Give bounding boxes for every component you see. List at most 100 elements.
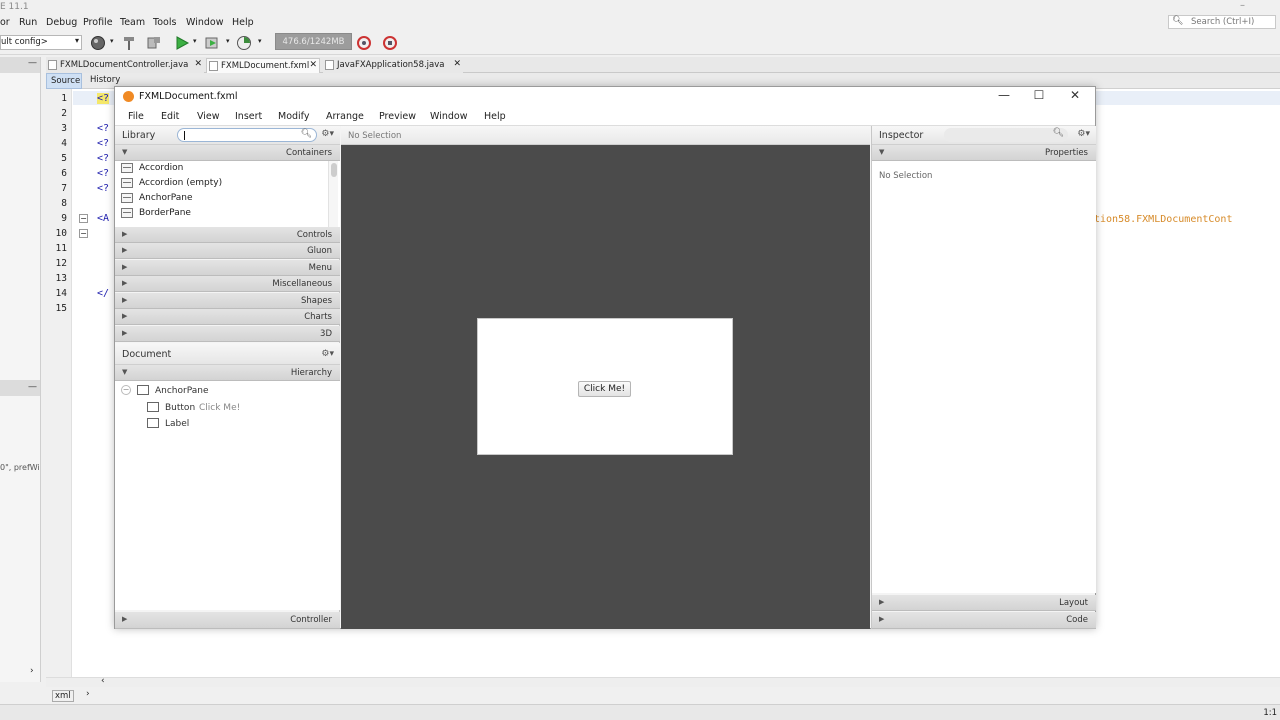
ide-menu-source[interactable]: or (0, 17, 10, 28)
section-properties[interactable]: ▼ Properties (872, 145, 1096, 161)
ide-menu-help[interactable]: Help (232, 17, 254, 28)
globe-icon[interactable] (90, 35, 106, 51)
profile-icon[interactable] (236, 35, 252, 51)
scene-builder-window: FXMLDocument.fxml — ☐ ✕ File Edit View I… (114, 86, 1096, 629)
tab-javafxapplication58[interactable]: JavaFXApplication58.java ✕ (323, 58, 463, 73)
sb-menu-preview[interactable]: Preview (379, 111, 416, 122)
gear-icon[interactable]: ⚙▾ (321, 129, 334, 139)
section-controller[interactable]: ▶ Controller (115, 612, 340, 629)
chevron-left-icon[interactable]: ‹ (101, 676, 105, 686)
list-item-anchorpane[interactable]: AnchorPane (115, 191, 327, 206)
sb-menu-edit[interactable]: Edit (161, 111, 179, 122)
sb-menu-window[interactable]: Window (430, 111, 467, 122)
gc-icon[interactable] (356, 35, 372, 51)
config-combo[interactable]: ult config> ▾ (0, 35, 82, 50)
tree-collapse-toggle[interactable]: − (121, 385, 131, 395)
ide-title-bar: E 11.1 – (0, 0, 1280, 14)
list-item-accordion-empty[interactable]: Accordion (empty) (115, 176, 327, 191)
tree-item-anchorpane[interactable]: AnchorPane (155, 386, 209, 396)
minimize-panel-button[interactable]: — (28, 58, 37, 68)
library-scrollbar[interactable] (328, 161, 338, 229)
accordion-icon (121, 163, 133, 173)
anchor-pane-preview[interactable]: Click Me! (477, 318, 733, 455)
maximize-button[interactable]: ☐ (1029, 88, 1049, 102)
tab-fxmldocument[interactable]: FXMLDocument.fxml ✕ (206, 58, 320, 73)
code-line: </ (97, 288, 110, 299)
inspector-header: Inspector 🔍︎ ⚙▾ (872, 126, 1096, 145)
tree-item-label[interactable]: Label (165, 419, 189, 429)
scroll-thumb[interactable] (331, 163, 337, 177)
fold-toggle[interactable]: − (79, 229, 88, 238)
chevron-right-icon[interactable]: › (30, 666, 34, 676)
list-item-borderpane[interactable]: BorderPane (115, 206, 327, 221)
section-shapes[interactable]: ▶ Shapes (115, 293, 340, 309)
ide-menu-tools[interactable]: Tools (153, 17, 176, 28)
section-containers[interactable]: ▼ Containers (115, 145, 340, 161)
chevron-down-icon[interactable]: ▾ (193, 37, 197, 45)
horizontal-scrollbar[interactable]: ‹ (46, 676, 1280, 687)
sb-menu-view[interactable]: View (197, 111, 220, 122)
run-icon[interactable] (174, 35, 190, 51)
section-3d[interactable]: ▶ 3D (115, 326, 340, 342)
section-hierarchy[interactable]: ▼ Hierarchy (115, 365, 340, 381)
memory-meter[interactable]: 476.6/1242MB (275, 33, 352, 50)
sb-title-bar: FXMLDocument.fxml — ☐ ✕ (115, 87, 1095, 106)
section-controls[interactable]: ▶ Controls (115, 227, 340, 243)
ide-menu-profile[interactable]: Profile (83, 17, 113, 28)
ide-menu-debug[interactable]: Debug (46, 17, 77, 28)
click-me-button[interactable]: Click Me! (578, 381, 631, 397)
section-layout[interactable]: ▶ Layout (872, 595, 1096, 611)
ide-search-input[interactable]: 🔍︎ Search (Ctrl+I) (1168, 15, 1276, 29)
close-button[interactable]: ✕ (1065, 88, 1085, 102)
accordion-icon (121, 178, 133, 188)
chevron-down-icon[interactable]: ▾ (226, 37, 230, 45)
library-search-input[interactable]: 🔍︎ (177, 128, 317, 142)
ide-menu-team[interactable]: Team (120, 17, 145, 28)
tab-label: JavaFXApplication58.java (337, 60, 445, 70)
section-menu[interactable]: ▶ Menu (115, 260, 340, 276)
sb-menu-modify[interactable]: Modify (278, 111, 309, 122)
ide-minimize-button[interactable]: – (1240, 0, 1245, 11)
line-number-gutter: 1 2 3 4 5 6 7 8 9 10 11 12 13 14 15 (46, 89, 72, 677)
content-canvas[interactable]: Click Me! (341, 145, 870, 629)
section-code[interactable]: ▶ Code (872, 612, 1096, 629)
inspector-search-input[interactable]: 🔍︎ (944, 128, 1068, 142)
ide-menu-window[interactable]: Window (186, 17, 223, 28)
source-button[interactable]: Source (46, 73, 82, 89)
breadcrumb-xml[interactable]: xml (52, 690, 74, 702)
inspector-no-selection: No Selection (879, 171, 933, 181)
sb-menu-file[interactable]: File (128, 111, 144, 122)
chevron-right-icon: › (86, 689, 90, 699)
minimize-panel-button[interactable]: — (28, 382, 37, 392)
tree-item-button[interactable]: Button (165, 403, 195, 413)
section-gluon[interactable]: ▶ Gluon (115, 243, 340, 259)
section-miscellaneous[interactable]: ▶ Miscellaneous (115, 276, 340, 292)
collapsed-arrow-icon: ▶ (122, 246, 128, 254)
fold-toggle[interactable]: − (79, 214, 88, 223)
list-item-accordion[interactable]: Accordion (115, 161, 327, 176)
gear-icon[interactable]: ⚙▾ (1077, 129, 1090, 139)
minimize-button[interactable]: — (994, 88, 1014, 102)
debug-icon[interactable] (204, 35, 220, 51)
line-number: 12 (55, 258, 67, 269)
sb-menu-insert[interactable]: Insert (235, 111, 262, 122)
expanded-arrow-icon: ▼ (879, 148, 885, 156)
section-label: Controller (290, 615, 332, 625)
profile-ide-icon[interactable] (382, 35, 398, 51)
source-label: Source (51, 76, 81, 86)
sb-menu-help[interactable]: Help (484, 111, 506, 122)
navigator-fragment: 0", prefWi (0, 463, 40, 472)
close-icon[interactable]: ✕ (309, 60, 317, 70)
ide-menu-run[interactable]: Run (19, 17, 37, 28)
chevron-down-icon[interactable]: ▾ (258, 37, 262, 45)
tab-fxmldocumentcontroller[interactable]: FXMLDocumentController.java ✕ (46, 58, 204, 73)
gear-icon[interactable]: ⚙▾ (321, 349, 334, 359)
section-charts[interactable]: ▶ Charts (115, 309, 340, 325)
hammer-icon[interactable] (121, 35, 137, 51)
close-icon[interactable]: ✕ (453, 59, 461, 69)
library-panel: Library 🔍︎ ⚙▾ ▼ Containers Accordion Acc… (115, 126, 340, 629)
close-icon[interactable]: ✕ (194, 59, 202, 69)
sb-menu-arrange[interactable]: Arrange (326, 111, 364, 122)
clean-build-icon[interactable] (146, 35, 162, 51)
chevron-down-icon[interactable]: ▾ (110, 37, 114, 45)
